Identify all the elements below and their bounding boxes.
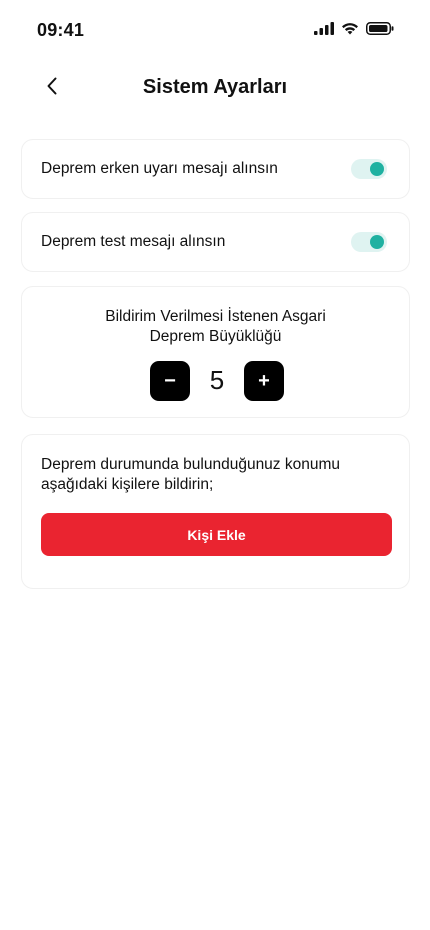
minus-icon: −: [164, 369, 176, 392]
contacts-description: Deprem durumunda bulunduğunuz konumu aşa…: [41, 456, 341, 493]
magnitude-setting: Bildirim Verilmesi İstenen Asgari Deprem…: [21, 286, 410, 418]
status-icons: [314, 22, 394, 35]
cellular-signal-icon: [314, 22, 334, 35]
add-contact-button[interactable]: Kişi Ekle: [41, 513, 392, 556]
add-contact-label: Kişi Ekle: [187, 526, 246, 543]
early-warning-toggle[interactable]: [351, 159, 387, 179]
status-bar: 09:41: [0, 0, 430, 60]
test-message-toggle[interactable]: [351, 232, 387, 252]
magnitude-title: Bildirim Verilmesi İstenen Asgari Deprem…: [22, 307, 409, 347]
toggle-knob: [370, 162, 384, 176]
screen: 09:41 Sistem Ayarları Deprem erken uyarı…: [0, 0, 430, 930]
magnitude-value: 5: [209, 365, 225, 395]
increment-button[interactable]: +: [244, 361, 284, 401]
magnitude-title-line2: Deprem Büyüklüğü: [149, 328, 282, 345]
test-message-label: Deprem test mesajı alınsın: [41, 233, 226, 250]
test-message-setting: Deprem test mesajı alınsın: [21, 212, 410, 272]
toggle-knob: [370, 235, 384, 249]
battery-icon: [366, 22, 394, 35]
early-warning-setting: Deprem erken uyarı mesajı alınsın: [21, 139, 410, 199]
plus-icon: +: [258, 369, 270, 392]
decrement-button[interactable]: −: [150, 361, 190, 401]
magnitude-title-line1: Bildirim Verilmesi İstenen Asgari: [105, 308, 326, 325]
early-warning-label: Deprem erken uyarı mesajı alınsın: [41, 160, 278, 177]
contacts-setting: Deprem durumunda bulunduğunuz konumu aşa…: [21, 434, 410, 589]
page-title: Sistem Ayarları: [142, 76, 288, 98]
status-time: 09:41: [37, 20, 85, 40]
magnitude-stepper: − 5 +: [22, 361, 409, 401]
header: Sistem Ayarları: [0, 66, 430, 110]
wifi-icon: [341, 22, 359, 35]
